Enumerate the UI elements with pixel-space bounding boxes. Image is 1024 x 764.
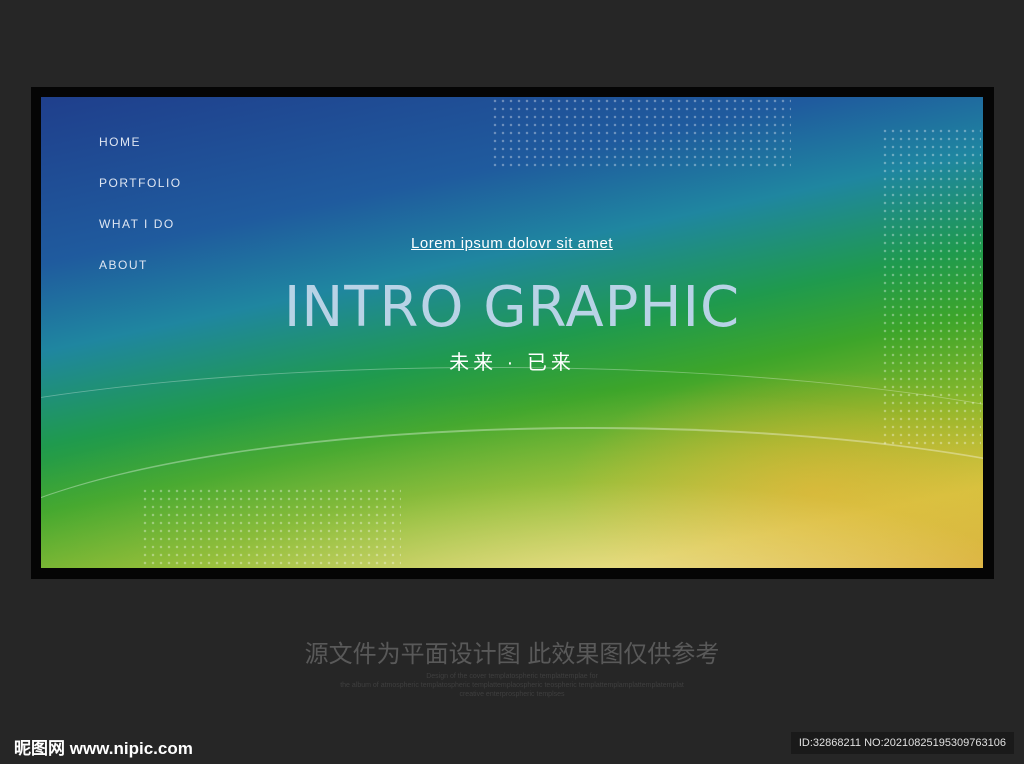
small-text: Design of the cover templatospheric temp… [0,672,1024,699]
small-line: Design of the cover templatospheric temp… [426,673,598,680]
nav-about[interactable]: ABOUT [99,258,182,272]
small-line: creative enterprospheric templses [459,691,565,698]
banner-frame: HOME PORTFOLIO WHAT I DO ABOUT Lorem ips… [31,87,994,579]
caption: 源文件为平面设计图 此效果图仅供参考 [304,641,720,668]
dot-pattern [491,97,791,167]
intro-banner: HOME PORTFOLIO WHAT I DO ABOUT Lorem ips… [41,97,983,568]
nav-home[interactable]: HOME [99,135,182,149]
nav-portfolio[interactable]: PORTFOLIO [99,176,182,190]
dot-pattern [141,487,401,567]
chinese-tagline: 未来 · 已来 [449,352,575,374]
subtitle-link[interactable]: Lorem ipsum dolovr sit amet [41,235,983,252]
watermark-id: ID:32868211 NO:20210825195309763106 [790,732,1014,754]
nav-what-i-do[interactable]: WHAT I DO [99,217,182,231]
page-title: INTRO GRAPHIC [283,275,741,340]
small-line: the album of atmospheric templatospheric… [340,682,684,689]
watermark-logo: 昵图网 www.nipic.com [14,739,193,758]
